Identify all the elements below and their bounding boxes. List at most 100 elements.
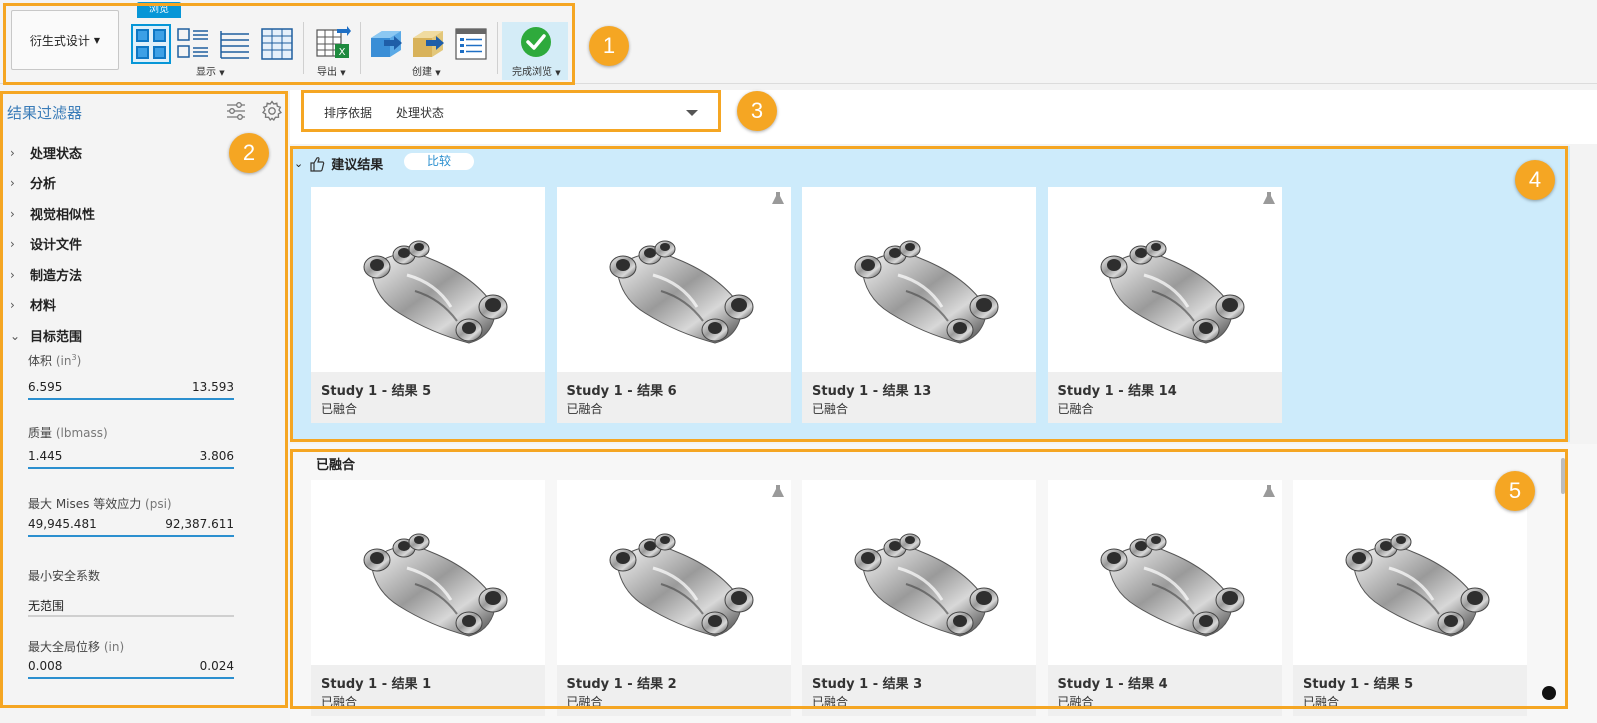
filter-processing-status[interactable]: › 处理状态	[10, 143, 82, 163]
range-volume-values[interactable]: 6.595 13.593	[28, 380, 234, 394]
chevron-down-icon: ⌄	[294, 157, 304, 170]
result-card[interactable]: Study 1 - 结果 13 已融合	[802, 187, 1036, 423]
range-mass-values[interactable]: 1.445 3.806	[28, 449, 234, 463]
tile-view-large-button[interactable]	[131, 24, 171, 64]
fused-results-section: 已融合 Study 1 - 结果 1 已融合 Study 1 - 结果 2 已融…	[290, 444, 1597, 723]
card-status: 已融合	[566, 402, 603, 416]
range-safety-factor-values: 无范围	[28, 597, 234, 614]
result-card[interactable]: Study 1 - 结果 5 已融合	[1293, 480, 1527, 716]
display-panel-label: 显示	[196, 67, 216, 78]
compare-button[interactable]: 比较	[404, 153, 474, 170]
card-footer: Study 1 - 结果 4 已融合	[1047, 665, 1282, 716]
tab-browse[interactable]: 浏览	[137, 2, 181, 18]
card-thumbnail	[802, 480, 1036, 665]
range-stress-slider[interactable]	[28, 535, 234, 537]
range-max: 13.593	[192, 380, 234, 394]
export-panel-label: 导出	[317, 67, 337, 78]
result-card[interactable]: Study 1 - 结果 4 已融合	[1047, 480, 1282, 716]
filter-label: 分析	[30, 177, 57, 192]
finish-panel-dropdown[interactable]: 完成浏览 ▼	[512, 63, 561, 78]
annotation-badge-4: 4	[1515, 160, 1555, 200]
results-filter-panel: 结果过滤器 › 处理状态 › 分析 › 视觉相似性 › 设计文件 › 制造方法 …	[0, 90, 290, 723]
export-panel-dropdown[interactable]: 导出 ▼	[317, 63, 346, 78]
range-volume-slider[interactable]	[28, 398, 234, 400]
range-stress-values[interactable]: 49,945.481 92,387.611	[28, 517, 234, 531]
finish-explore-button[interactable]: 完成浏览 ▼	[502, 22, 568, 80]
filter-label: 目标范围	[30, 330, 83, 345]
sort-bar: 排序依据 处理状态	[290, 90, 1597, 144]
part-thumbnail	[1345, 533, 1490, 637]
export-excel-button[interactable]: X	[315, 26, 351, 62]
check-circle-icon	[521, 27, 551, 57]
annotation-badge-3: 3	[737, 91, 777, 131]
sliders-icon	[227, 102, 245, 120]
filter-manufacturing-method[interactable]: › 制造方法	[10, 265, 82, 285]
chevron-down-icon: ▼	[555, 69, 561, 77]
range-max: 0.024	[199, 659, 234, 673]
card-title: Study 1 - 结果 2	[566, 677, 677, 692]
card-thumbnail	[556, 480, 791, 665]
card-title: Study 1 - 结果 5	[1303, 677, 1414, 692]
part-thumbnail	[854, 240, 999, 344]
filter-material[interactable]: › 材料	[10, 295, 57, 315]
card-thumbnail	[556, 187, 791, 372]
filter-target-range[interactable]: ⌄ 目标范围	[10, 326, 83, 346]
sort-dropdown[interactable]: 排序依据 处理状态	[304, 96, 716, 130]
recommended-title: 建议结果	[331, 158, 384, 173]
filter-settings-button[interactable]	[225, 100, 247, 122]
grid-view-button[interactable]	[259, 26, 295, 62]
filter-label: 材料	[30, 299, 57, 314]
result-card[interactable]: Study 1 - 结果 5 已融合	[311, 187, 545, 423]
range-max: 92,387.611	[165, 517, 234, 531]
card-thumbnail	[802, 187, 1036, 372]
range-displacement-slider[interactable]	[28, 677, 234, 679]
create-design-icon	[371, 31, 402, 57]
create-mesh-button[interactable]	[410, 26, 446, 62]
range-displacement-label: 最大全局位移 (in)	[28, 640, 125, 654]
result-card[interactable]: Study 1 - 结果 14 已融合	[1047, 187, 1282, 423]
filter-visual-similarity[interactable]: › 视觉相似性	[10, 204, 95, 224]
chevron-down-icon: ▼	[219, 69, 225, 77]
range-stress-label: 最大 Mises 等效应力 (psi)	[28, 497, 172, 511]
caret-down-icon	[686, 110, 698, 116]
create-panel-label: 创建	[412, 67, 432, 78]
sort-value: 处理状态	[396, 106, 445, 120]
range-volume-label: 体积 (in3)	[28, 353, 82, 368]
card-footer: Study 1 - 结果 2 已融合	[556, 665, 791, 716]
card-status: 已融合	[812, 402, 849, 416]
result-card[interactable]: Study 1 - 结果 6 已融合	[556, 187, 791, 423]
workspace-dropdown[interactable]: 衍生式设计 ▼	[11, 10, 119, 70]
flask-icon	[771, 485, 784, 497]
result-card[interactable]: Study 1 - 结果 3 已融合	[802, 480, 1036, 716]
result-card[interactable]: Study 1 - 结果 2 已融合	[556, 480, 791, 716]
card-footer: Study 1 - 结果 13 已融合	[802, 372, 1036, 423]
create-design-button[interactable]	[368, 26, 404, 62]
list-view-button[interactable]	[217, 26, 253, 62]
thumbs-up-icon	[310, 156, 325, 172]
create-drawing-button[interactable]	[453, 26, 489, 62]
scrollbar-thumb[interactable]	[1561, 458, 1565, 494]
detail-list-icon	[177, 28, 208, 58]
card-thumbnail	[1047, 187, 1282, 372]
card-title: Study 1 - 结果 3	[812, 677, 923, 692]
range-displacement-values[interactable]: 0.008 0.024	[28, 659, 234, 673]
recommended-header[interactable]: ⌄ 建议结果	[294, 154, 383, 173]
filter-design-files[interactable]: › 设计文件	[10, 234, 82, 254]
chevron-down-icon: ▼	[435, 69, 441, 77]
display-panel-dropdown[interactable]: 显示 ▼	[196, 63, 225, 78]
flask-icon	[1262, 192, 1275, 204]
card-status: 已融合	[1303, 695, 1340, 709]
part-thumbnail	[1100, 240, 1244, 344]
result-card[interactable]: Study 1 - 结果 1 已融合	[311, 480, 545, 716]
annotation-badge-5: 5	[1495, 471, 1535, 511]
tile-view-detail-button[interactable]	[175, 26, 211, 62]
card-title: Study 1 - 结果 14	[1057, 384, 1177, 399]
create-panel-dropdown[interactable]: 创建 ▼	[412, 63, 441, 78]
annotation-badge-2: 2	[229, 133, 269, 173]
settings-button[interactable]	[261, 100, 283, 122]
card-thumbnail	[311, 187, 545, 372]
range-mass-slider[interactable]	[28, 467, 234, 469]
filter-analysis[interactable]: › 分析	[10, 173, 57, 193]
card-thumbnail	[1047, 480, 1282, 665]
fused-header[interactable]: 已融合	[316, 454, 355, 473]
